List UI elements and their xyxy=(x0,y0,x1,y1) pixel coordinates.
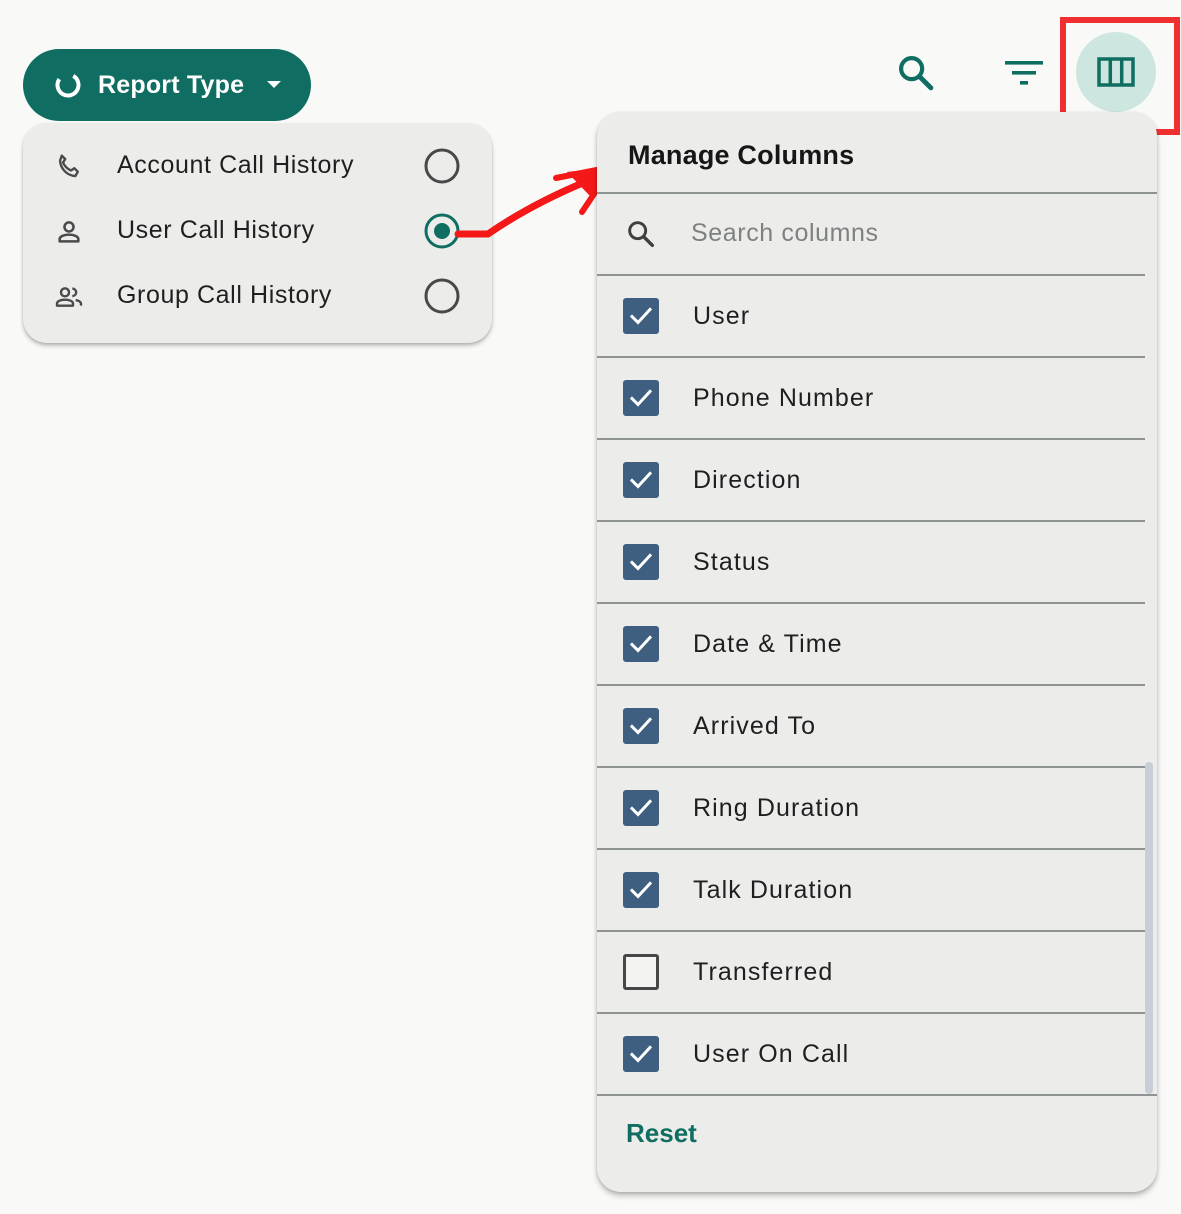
column-option-label: Status xyxy=(693,548,771,576)
panel-title: Manage Columns xyxy=(628,140,855,170)
phone-icon xyxy=(58,154,79,178)
report-option-label: Account Call History xyxy=(117,151,355,179)
radio-unchecked-icon[interactable] xyxy=(423,147,461,185)
column-option[interactable]: Arrived To xyxy=(597,686,1145,766)
checkmark-icon xyxy=(629,881,653,899)
report-option-user-call-history[interactable]: User Call History xyxy=(23,200,492,262)
column-option[interactable]: Talk Duration xyxy=(597,850,1145,930)
person-icon xyxy=(58,221,80,243)
checkbox-checked[interactable] xyxy=(623,298,659,334)
checkbox-checked[interactable] xyxy=(623,626,659,662)
checkbox-checked[interactable] xyxy=(623,380,659,416)
column-option[interactable]: Direction xyxy=(597,440,1145,520)
report-ring-icon xyxy=(55,72,81,98)
column-option[interactable]: User xyxy=(597,276,1145,356)
column-option-label: User xyxy=(693,302,751,330)
scrollbar-thumb[interactable] xyxy=(1145,762,1153,1094)
column-option[interactable]: Ring Duration xyxy=(597,768,1145,848)
column-option-label: Direction xyxy=(693,466,802,494)
divider xyxy=(597,1094,1157,1096)
filter-icon[interactable] xyxy=(1004,58,1044,88)
search-icon[interactable] xyxy=(895,52,937,94)
column-search xyxy=(597,194,1145,274)
manage-columns-panel: Manage Columns User Phone Number Direction… xyxy=(597,112,1157,1192)
report-type-button[interactable]: Report Type xyxy=(23,49,311,121)
search-icon xyxy=(628,221,655,248)
checkmark-icon xyxy=(629,799,653,817)
report-option-label: Group Call History xyxy=(117,281,333,309)
checkbox-checked[interactable] xyxy=(623,1036,659,1072)
column-option-label: Ring Duration xyxy=(693,794,861,822)
radio-unchecked-icon[interactable] xyxy=(423,277,461,315)
column-option-label: Arrived To xyxy=(693,712,817,740)
report-option-account-call-history[interactable]: Account Call History xyxy=(23,135,492,197)
manage-columns-button[interactable] xyxy=(1076,32,1156,112)
report-option-label: User Call History xyxy=(117,216,315,244)
checkbox-checked[interactable] xyxy=(623,462,659,498)
column-option[interactable]: Phone Number xyxy=(597,358,1145,438)
checkbox-unchecked[interactable] xyxy=(623,954,659,990)
checkmark-icon xyxy=(629,635,653,653)
group-icon xyxy=(55,287,83,307)
checkmark-icon xyxy=(629,553,653,571)
radio-checked-icon[interactable] xyxy=(423,212,461,250)
column-option-label: Talk Duration xyxy=(693,876,854,904)
checkbox-checked[interactable] xyxy=(623,872,659,908)
checkbox-checked[interactable] xyxy=(623,708,659,744)
column-option[interactable]: User On Call xyxy=(597,1014,1145,1094)
checkmark-icon xyxy=(629,471,653,489)
column-option[interactable]: Date & Time xyxy=(597,604,1145,684)
caret-down-icon xyxy=(267,81,282,88)
column-option-label: Date & Time xyxy=(693,630,843,658)
column-option[interactable]: Transferred xyxy=(597,932,1145,1012)
column-option-label: Phone Number xyxy=(693,384,875,412)
view-columns-icon xyxy=(1097,57,1135,87)
column-option-label: User On Call xyxy=(693,1040,850,1068)
checkbox-checked[interactable] xyxy=(623,790,659,826)
reset-button[interactable]: Reset xyxy=(626,1118,697,1149)
column-option[interactable]: Status xyxy=(597,522,1145,602)
report-type-label: Report Type xyxy=(98,70,245,99)
report-type-menu: Account Call History User Call History G… xyxy=(23,123,492,343)
column-option-label: Transferred xyxy=(693,958,834,986)
checkmark-icon xyxy=(629,389,653,407)
checkmark-icon xyxy=(629,717,653,735)
checkmark-icon xyxy=(629,307,653,325)
search-columns-input[interactable] xyxy=(691,210,1121,256)
checkbox-checked[interactable] xyxy=(623,544,659,580)
checkmark-icon xyxy=(629,1045,653,1063)
report-option-group-call-history[interactable]: Group Call History xyxy=(23,265,492,327)
